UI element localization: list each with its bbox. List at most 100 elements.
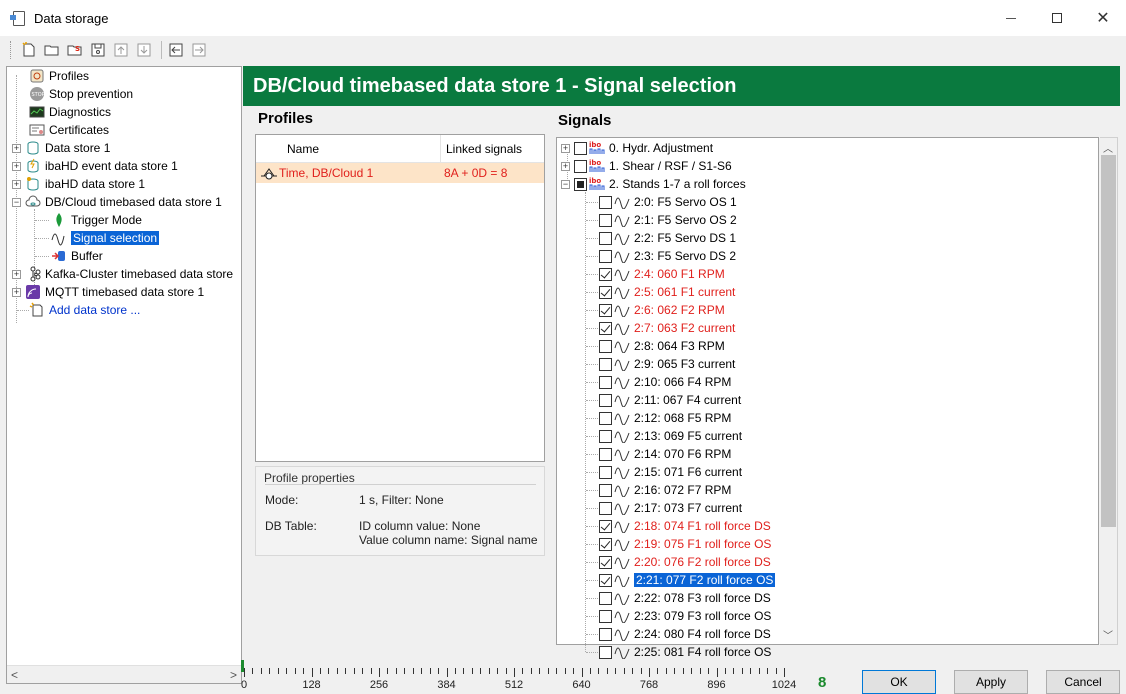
collapse-icon[interactable]: − xyxy=(561,179,570,189)
tree-item-profiles[interactable]: Profiles xyxy=(29,67,89,85)
signal-checkbox[interactable] xyxy=(599,375,612,389)
tree-item-data-store-1[interactable]: + Data store 1 xyxy=(12,139,110,157)
tree-item-buffer[interactable]: Buffer xyxy=(51,247,103,265)
signal-checkbox[interactable] xyxy=(599,393,612,407)
arrow-left-button[interactable] xyxy=(166,40,186,60)
tree-item-signal-selection[interactable]: Signal selection xyxy=(51,229,160,247)
export-button[interactable]: S xyxy=(65,40,85,60)
signal-checkbox[interactable] xyxy=(599,645,612,659)
signal-checkbox[interactable] xyxy=(599,537,612,551)
signal-group-row[interactable]: − ibo 2. Stands 1-7 a roll forces xyxy=(561,175,746,193)
signal-row[interactable]: 2:5: 061 F1 current xyxy=(599,283,735,301)
signal-row[interactable]: 2:19: 075 F1 roll force OS xyxy=(599,535,771,553)
signal-row[interactable]: 2:24: 080 F4 roll force DS xyxy=(599,625,771,643)
signal-checkbox[interactable] xyxy=(599,321,612,335)
signal-checkbox[interactable] xyxy=(599,519,612,533)
group-checkbox[interactable] xyxy=(574,159,587,173)
signal-row[interactable]: 2:6: 062 F2 RPM xyxy=(599,301,725,319)
column-header-name[interactable]: Name xyxy=(287,142,319,156)
signal-row[interactable]: 2:7: 063 F2 current xyxy=(599,319,735,337)
save-button[interactable] xyxy=(88,40,108,60)
signal-row[interactable]: 2:23: 079 F3 roll force OS xyxy=(599,607,771,625)
scroll-up-icon[interactable]: ︿ xyxy=(1103,140,1113,155)
expand-icon[interactable]: + xyxy=(561,161,570,171)
signal-checkbox[interactable] xyxy=(599,627,612,641)
signal-row[interactable]: 2:21: 077 F2 roll force OS xyxy=(599,571,777,589)
close-button[interactable]: ✕ xyxy=(1080,0,1126,36)
signal-checkbox[interactable] xyxy=(599,231,612,245)
signal-checkbox[interactable] xyxy=(599,555,612,569)
move-down-button[interactable] xyxy=(134,40,154,60)
tree-item-trigger-mode[interactable]: Trigger Mode xyxy=(51,211,142,229)
tree-item-diagnostics[interactable]: Diagnostics xyxy=(29,103,111,121)
arrow-right-button[interactable] xyxy=(189,40,209,60)
signal-checkbox[interactable] xyxy=(599,573,612,587)
signal-checkbox[interactable] xyxy=(599,213,612,227)
signal-checkbox[interactable] xyxy=(599,465,612,479)
expand-icon[interactable]: + xyxy=(561,143,570,153)
expand-icon[interactable]: + xyxy=(12,269,21,279)
tree-item-db-cloud-store[interactable]: − DB/Cloud timebased data store 1 xyxy=(12,193,222,211)
minimize-button[interactable] xyxy=(988,0,1034,36)
signal-row[interactable]: 2:16: 072 F7 RPM xyxy=(599,481,731,499)
signal-checkbox[interactable] xyxy=(599,411,612,425)
ok-button[interactable]: OK xyxy=(862,670,936,694)
signal-checkbox[interactable] xyxy=(599,249,612,263)
group-checkbox[interactable] xyxy=(574,141,587,155)
scroll-left-icon[interactable]: < xyxy=(11,668,18,682)
group-checkbox[interactable] xyxy=(574,177,587,191)
signal-checkbox[interactable] xyxy=(599,357,612,371)
signal-row[interactable]: 2:20: 076 F2 roll force DS xyxy=(599,553,771,571)
signal-row[interactable]: 2:14: 070 F6 RPM xyxy=(599,445,731,463)
tree-item-certificates[interactable]: Certificates xyxy=(29,121,109,139)
maximize-button[interactable] xyxy=(1034,0,1080,36)
signal-row[interactable]: 2:25: 081 F4 roll force OS xyxy=(599,643,771,661)
signal-row[interactable]: 2:9: 065 F3 current xyxy=(599,355,735,373)
signal-row[interactable]: 2:4: 060 F1 RPM xyxy=(599,265,725,283)
tree-item-hd-data-store[interactable]: + ibaHD data store 1 xyxy=(12,175,145,193)
signal-checkbox[interactable] xyxy=(599,483,612,497)
signal-row[interactable]: 2:12: 068 F5 RPM xyxy=(599,409,731,427)
move-up-button[interactable] xyxy=(111,40,131,60)
signal-checkbox[interactable] xyxy=(599,447,612,461)
signal-row[interactable]: 2:0: F5 Servo OS 1 xyxy=(599,193,737,211)
new-button[interactable] xyxy=(19,40,39,60)
signal-checkbox[interactable] xyxy=(599,591,612,605)
table-row[interactable]: Time, DB/Cloud 1 8A + 0D = 8 xyxy=(256,163,544,183)
expand-icon[interactable]: + xyxy=(12,287,21,297)
tree-item-add-data-store[interactable]: Add data store ... xyxy=(29,301,140,319)
scroll-down-icon[interactable]: ﹀ xyxy=(1103,627,1113,642)
signal-row[interactable]: 2:10: 066 F4 RPM xyxy=(599,373,731,391)
signal-row[interactable]: 2:15: 071 F6 current xyxy=(599,463,742,481)
signals-vertical-scrollbar[interactable]: ︿ ﹀ xyxy=(1100,137,1118,645)
expand-icon[interactable]: + xyxy=(12,179,21,189)
signal-row[interactable]: 2:17: 073 F7 current xyxy=(599,499,742,517)
signal-row[interactable]: 2:2: F5 Servo DS 1 xyxy=(599,229,736,247)
open-button[interactable] xyxy=(42,40,62,60)
apply-button[interactable]: Apply xyxy=(954,670,1028,694)
signal-checkbox[interactable] xyxy=(599,285,612,299)
signal-checkbox[interactable] xyxy=(599,501,612,515)
collapse-icon[interactable]: − xyxy=(12,197,21,207)
signal-checkbox[interactable] xyxy=(599,339,612,353)
signal-row[interactable]: 2:3: F5 Servo DS 2 xyxy=(599,247,736,265)
signal-row[interactable]: 2:11: 067 F4 current xyxy=(599,391,741,409)
signal-group-row[interactable]: + ibo 0. Hydr. Adjustment xyxy=(561,139,713,157)
signal-checkbox[interactable] xyxy=(599,303,612,317)
signal-row[interactable]: 2:1: F5 Servo OS 2 xyxy=(599,211,737,229)
signal-checkbox[interactable] xyxy=(599,267,612,281)
scrollbar-thumb[interactable] xyxy=(1101,155,1116,527)
signal-checkbox[interactable] xyxy=(599,429,612,443)
signal-checkbox[interactable] xyxy=(599,195,612,209)
signal-row[interactable]: 2:8: 064 F3 RPM xyxy=(599,337,725,355)
signal-group-row[interactable]: + ibo 1. Shear / RSF / S1-S6 xyxy=(561,157,732,175)
signal-row[interactable]: 2:13: 069 F5 current xyxy=(599,427,742,445)
signal-checkbox[interactable] xyxy=(599,609,612,623)
cancel-button[interactable]: Cancel xyxy=(1046,670,1120,694)
tree-item-hd-event-store[interactable]: + ibaHD event data store 1 xyxy=(12,157,178,175)
expand-icon[interactable]: + xyxy=(12,161,21,171)
tree-item-stop-prevention[interactable]: STOP Stop prevention xyxy=(29,85,133,103)
signal-row[interactable]: 2:22: 078 F3 roll force DS xyxy=(599,589,771,607)
column-header-linked-signals[interactable]: Linked signals xyxy=(446,142,522,156)
scroll-right-icon[interactable]: > xyxy=(230,668,237,682)
